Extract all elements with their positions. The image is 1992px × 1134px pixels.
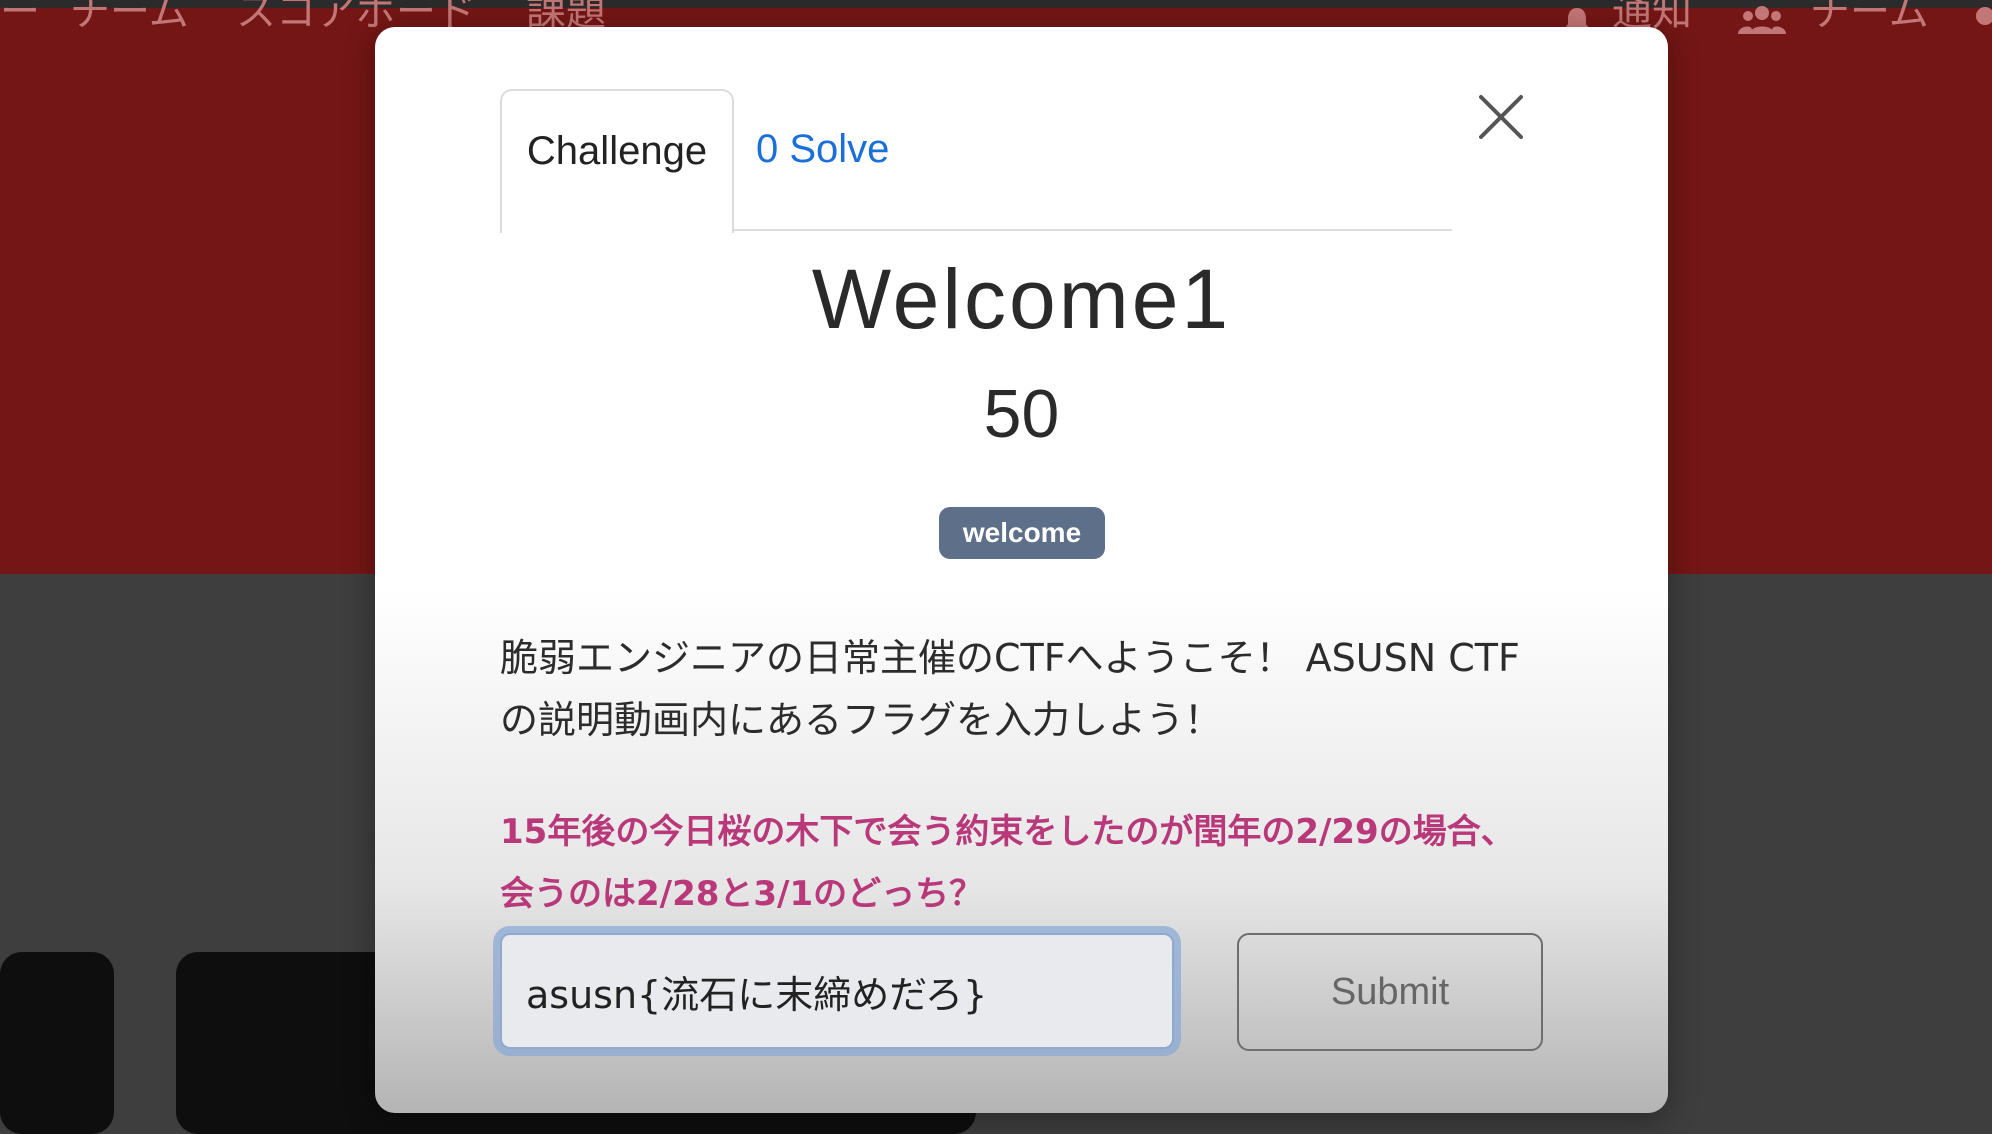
submit-button[interactable]: Submit (1237, 933, 1543, 1051)
challenge-title: Welcome1 (811, 252, 1232, 346)
modal-tabs: Challenge 0 Solve (500, 89, 1452, 233)
challenge-points: 50 (983, 376, 1060, 452)
challenge-tag: welcome (939, 507, 1105, 559)
close-button[interactable] (1471, 87, 1531, 147)
challenge-modal: Challenge 0 Solve Welcome1 50 welcome 脆弱… (375, 27, 1668, 1113)
challenge-hint: 15年後の今日桜の木下で会う約束をしたのが閏年の2/29の場合、会うのは2/28… (500, 812, 1515, 914)
close-icon (1479, 95, 1523, 139)
flag-input[interactable] (500, 933, 1174, 1049)
challenge-description: 脆弱エンジニアの日常主催のCTFへようこそ！ ASUSN CTFの説明動画内にあ… (500, 636, 1520, 742)
nav-item-teams[interactable]: チーム (70, 0, 189, 34)
tab-solves[interactable]: 0 Solve (756, 89, 956, 229)
nav-item-team[interactable]: チーム (1810, 0, 1929, 34)
tab-challenge[interactable]: Challenge (500, 89, 734, 233)
user-icon (1976, 7, 1992, 25)
nav-item-partial: ー (0, 0, 40, 35)
users-icon (1738, 6, 1786, 34)
background-card (0, 952, 114, 1134)
